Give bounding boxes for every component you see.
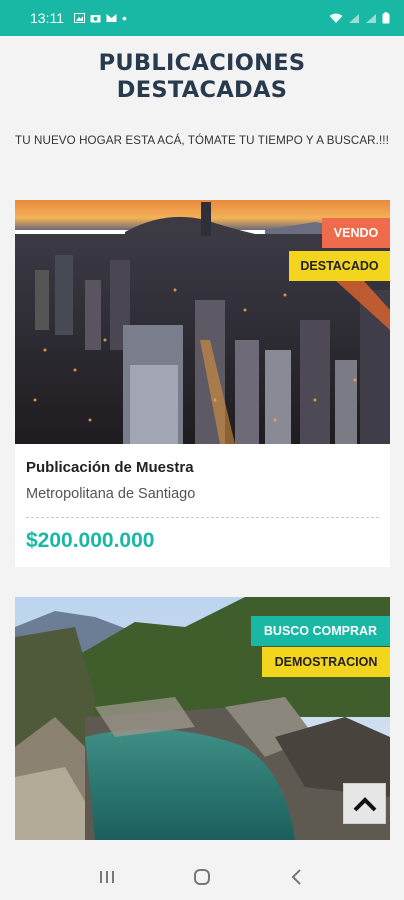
status-time: 13:11: [30, 10, 64, 26]
listing-title[interactable]: Publicación de Muestra: [26, 459, 194, 476]
scroll-to-top-button[interactable]: [343, 783, 386, 824]
page-subtitle: TU NUEVO HOGAR ESTA ACÁ, TÓMATE TU TIEMP…: [15, 134, 389, 147]
signal-icon: [349, 13, 359, 23]
listing-region: Metropolitana de Santiago: [26, 486, 196, 502]
wifi-icon: [329, 13, 343, 23]
page-title: PUBLICACIONES DESTACADAS: [0, 50, 404, 104]
badge-busco-comprar: BUSCO COMPRAR: [251, 616, 390, 646]
mail-icon: [106, 14, 117, 22]
badge-demostracion: DEMOSTRACION: [262, 647, 390, 677]
listing-card[interactable]: VENDO DESTACADO Publicación de Muestra M…: [15, 200, 390, 567]
listing-price: $200.000.000: [26, 529, 155, 552]
badge-destacado: DESTACADO: [289, 251, 390, 281]
home-icon: [193, 868, 210, 885]
image-icon: [74, 13, 85, 23]
system-nav-bar: [0, 853, 404, 900]
home-button[interactable]: [190, 865, 214, 889]
status-bar: 13:11 •: [0, 0, 404, 36]
recent-apps-button[interactable]: [95, 865, 119, 889]
page-title-line2: DESTACADAS: [116, 77, 288, 103]
camera-icon: [90, 15, 101, 23]
back-icon: [291, 868, 301, 885]
listing-card[interactable]: BUSCO COMPRAR DEMOSTRACION: [15, 597, 390, 840]
battery-icon: [382, 12, 390, 24]
chevron-up-icon: [353, 796, 376, 811]
signal-icon: [366, 13, 376, 23]
status-dot: •: [122, 10, 127, 26]
back-button[interactable]: [285, 865, 309, 889]
page-title-line1: PUBLICACIONES: [98, 50, 306, 76]
badge-vendo: VENDO: [322, 218, 390, 248]
listing-divider: [26, 517, 379, 518]
recent-apps-icon: [100, 870, 115, 883]
